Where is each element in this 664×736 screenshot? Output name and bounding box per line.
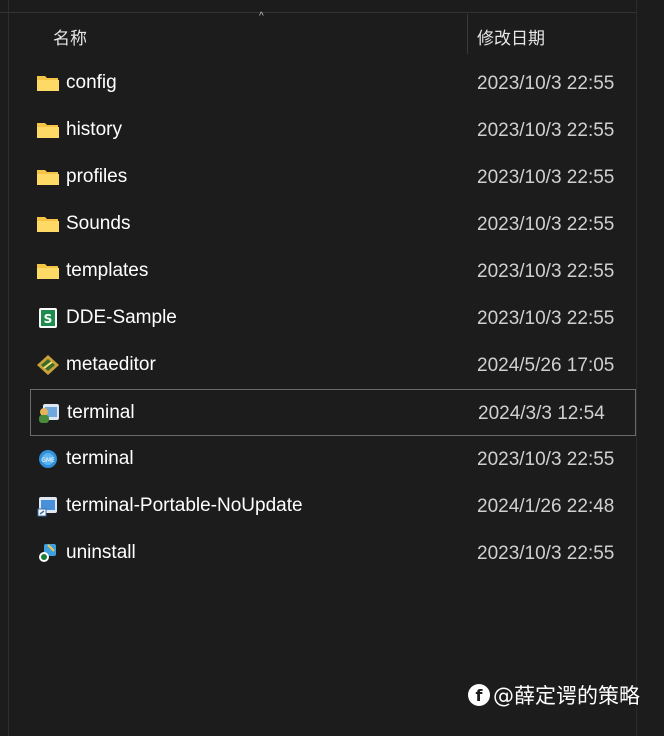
uninstall-icon: [36, 542, 60, 564]
file-row[interactable]: S DDE-Sample 2023/10/3 22:55: [0, 295, 636, 342]
file-name: uninstall: [66, 542, 136, 563]
file-row-selected[interactable]: terminal 2024/3/3 12:54: [30, 389, 636, 436]
file-name: terminal: [66, 448, 134, 469]
file-date: 2024/1/26 22:48: [477, 496, 615, 517]
column-header-name[interactable]: 名称: [53, 24, 87, 49]
sort-arrow-icon[interactable]: ^: [259, 11, 264, 22]
file-explorer-window: ^ 名称 修改日期 config 2023/10/3 22:55 history…: [0, 0, 664, 736]
file-row[interactable]: uninstall 2023/10/3 22:55: [0, 530, 636, 577]
watermark: f @薛定谔的策略: [468, 680, 640, 710]
file-name: terminal: [67, 402, 135, 423]
zhihu-logo-icon: f: [468, 684, 490, 706]
file-name: terminal-Portable-NoUpdate: [66, 495, 303, 516]
file-date: 2023/10/3 22:55: [477, 167, 615, 188]
terminal-app-icon: [37, 402, 61, 424]
file-date: 2023/10/3 22:55: [477, 73, 615, 94]
folder-icon: [36, 166, 60, 188]
file-name: history: [66, 119, 122, 140]
file-name: metaeditor: [66, 354, 156, 375]
folder-icon: [36, 213, 60, 235]
file-name: profiles: [66, 166, 128, 187]
metaeditor-icon: [36, 354, 60, 376]
column-divider[interactable]: [467, 14, 468, 54]
file-row[interactable]: config 2023/10/3 22:55: [0, 60, 636, 107]
scrollbar-area[interactable]: [636, 0, 664, 736]
file-row[interactable]: profiles 2023/10/3 22:55: [0, 154, 636, 201]
file-row[interactable]: metaeditor 2024/5/26 17:05: [0, 342, 636, 389]
file-date: 2023/10/3 22:55: [477, 261, 615, 282]
file-name: DDE-Sample: [66, 307, 177, 328]
file-date: 2024/5/26 17:05: [477, 355, 615, 376]
folder-icon: [36, 119, 60, 141]
file-date: 2024/3/3 12:54: [478, 403, 605, 424]
file-row[interactable]: templates 2023/10/3 22:55: [0, 248, 636, 295]
file-row[interactable]: terminal-Portable-NoUpdate 2024/1/26 22:…: [0, 483, 636, 530]
column-header-date-modified[interactable]: 修改日期: [477, 24, 545, 49]
file-name: templates: [66, 260, 149, 281]
file-date: 2023/10/3 22:55: [477, 214, 615, 235]
terminal-shortcut-icon: [36, 495, 60, 517]
file-row[interactable]: Sounds 2023/10/3 22:55: [0, 201, 636, 248]
file-name: Sounds: [66, 213, 131, 234]
spreadsheet-icon: S: [36, 307, 60, 329]
file-row[interactable]: history 2023/10/3 22:55: [0, 107, 636, 154]
folder-icon: [36, 72, 60, 94]
svg-text:GME: GME: [41, 457, 55, 464]
column-header: ^ 名称 修改日期: [9, 11, 636, 54]
file-date: 2023/10/3 22:55: [477, 449, 615, 470]
watermark-text: @薛定谔的策略: [493, 684, 640, 708]
file-list: config 2023/10/3 22:55 history 2023/10/3…: [0, 60, 636, 577]
svg-text:S: S: [44, 312, 53, 326]
file-date: 2023/10/3 22:55: [477, 308, 615, 329]
file-date: 2023/10/3 22:55: [477, 120, 615, 141]
file-row[interactable]: GME terminal 2023/10/3 22:55: [0, 436, 636, 483]
file-name: config: [66, 72, 117, 93]
folder-icon: [36, 260, 60, 282]
terminal-blue-icon: GME: [36, 448, 60, 470]
file-date: 2023/10/3 22:55: [477, 543, 615, 564]
